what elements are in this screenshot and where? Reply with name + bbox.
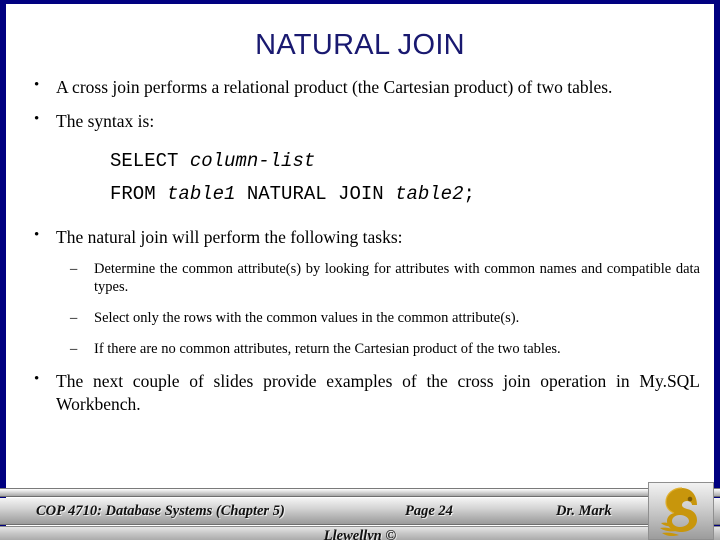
sub-bullet-text: If there are no common attributes, retur… xyxy=(94,340,561,357)
bullet-text: A cross join performs a relational produ… xyxy=(56,77,613,97)
footer-band-top xyxy=(0,488,720,497)
list-item: The syntax is: xyxy=(6,109,714,133)
list-item: If there are no common attributes, retur… xyxy=(58,340,714,359)
bullet-list-tasks: The natural join will perform the follow… xyxy=(6,225,714,249)
page-title: NATURAL JOIN xyxy=(255,29,465,61)
slide-content: NATURAL JOIN A cross join performs a rel… xyxy=(6,4,714,540)
sql-keyword: FROM xyxy=(110,183,168,206)
bullet-text: The natural join will perform the follow… xyxy=(56,227,403,248)
sql-keyword: NATURAL JOIN xyxy=(235,183,396,206)
list-item: The natural join will perform the follow… xyxy=(6,225,714,249)
sql-identifier: table2 xyxy=(395,183,464,206)
bullet-list-level-2: Determine the common attribute(s) by loo… xyxy=(58,260,714,358)
bullet-text: The syntax is: xyxy=(56,110,155,131)
sub-bullet-text: Determine the common attribute(s) by loo… xyxy=(94,260,700,296)
list-item: Select only the rows with the common val… xyxy=(58,309,714,328)
pegasus-icon xyxy=(660,487,697,537)
bullet-list-closing: The next couple of slides provide exampl… xyxy=(6,369,714,416)
footer-author-continued: Llewellyn © xyxy=(323,528,397,540)
footer-page-number: Page 24 xyxy=(405,503,453,519)
slide-border-right xyxy=(714,0,720,540)
bullet-list-level-1: A cross join performs a relational produ… xyxy=(6,75,714,133)
bullet-text: The next couple of slides provide exampl… xyxy=(56,371,700,414)
sql-terminator: ; xyxy=(463,183,475,206)
sql-identifier: table1 xyxy=(167,183,236,206)
list-item: A cross join performs a relational produ… xyxy=(6,75,714,99)
slide: NATURAL JOIN A cross join performs a rel… xyxy=(0,0,720,540)
list-item: Determine the common attribute(s) by loo… xyxy=(58,260,714,297)
sub-bullet-wrapper: Determine the common attribute(s) by loo… xyxy=(6,260,714,358)
sub-bullet-text: Select only the rows with the common val… xyxy=(94,309,520,326)
sql-identifier: column-list xyxy=(189,149,316,172)
footer-course-label: COP 4710: Database Systems (Chapter 5) xyxy=(36,503,285,519)
sql-code-block: SELECT column-list FROM table1 NATURAL J… xyxy=(6,145,714,213)
ucf-pegasus-logo xyxy=(648,482,714,540)
slide-footer: COP 4710: Database Systems (Chapter 5) P… xyxy=(0,482,720,540)
footer-author-label: Dr. Mark xyxy=(556,503,612,519)
sql-keyword: SELECT xyxy=(110,149,190,172)
list-item: The next couple of slides provide exampl… xyxy=(6,369,714,416)
slide-body: A cross join performs a relational produ… xyxy=(6,75,714,427)
